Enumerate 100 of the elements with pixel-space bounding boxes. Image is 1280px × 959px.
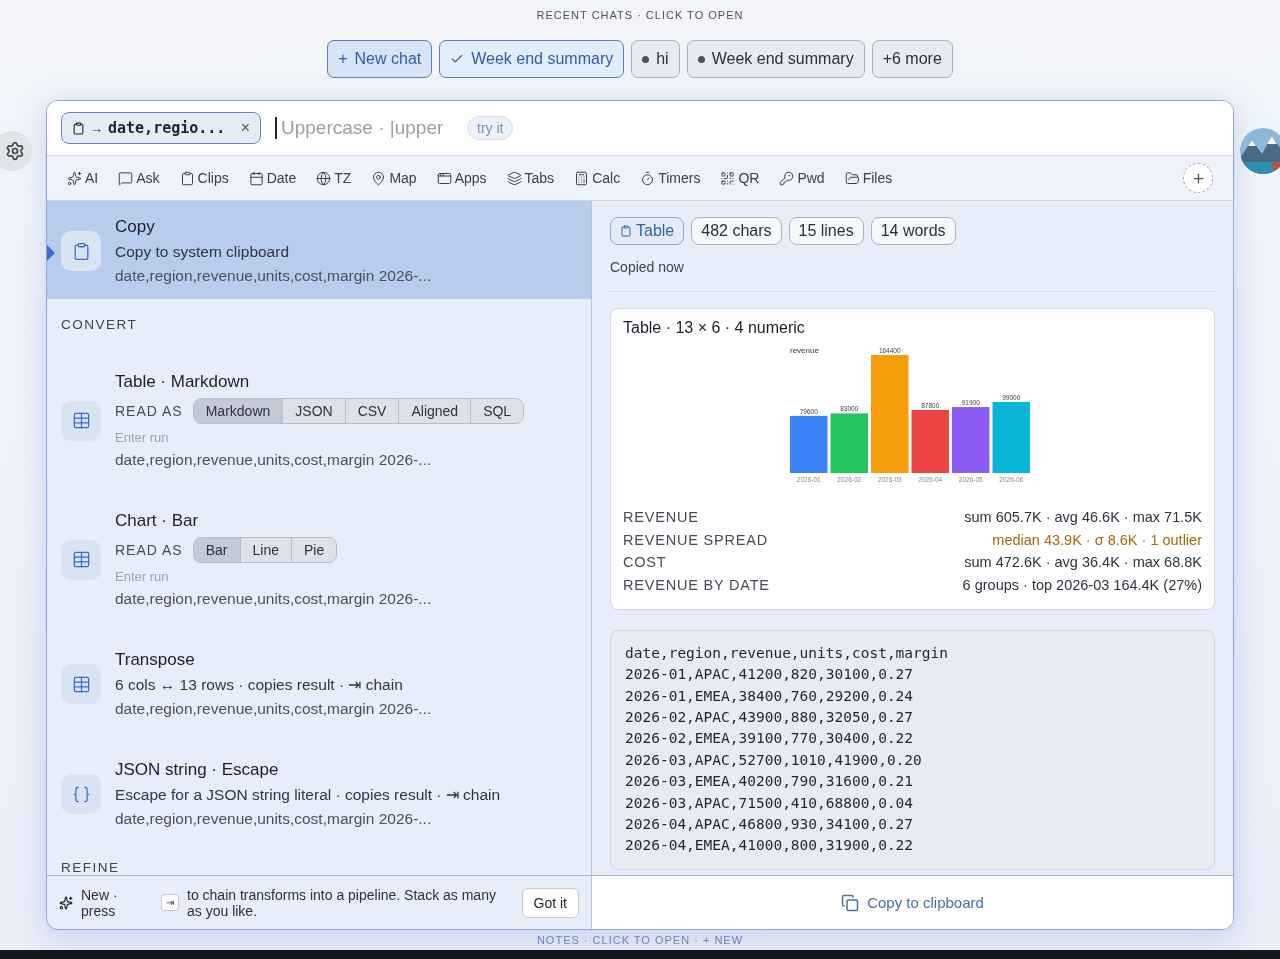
clipboard-icon (72, 121, 85, 135)
got-it-button[interactable]: Got it (521, 887, 579, 918)
toolbar-item[interactable]: Ask (118, 170, 160, 186)
dot-icon (697, 55, 705, 63)
copy-status: Copied now (610, 259, 1215, 292)
stat-pill: 15 lines (788, 217, 864, 245)
dot-icon (642, 55, 650, 63)
chart-title: revenue (789, 346, 819, 355)
close-button[interactable]: × (240, 119, 250, 137)
result-preview: date,region,revenue,units,cost,margin 2026-... (115, 451, 433, 469)
command-input[interactable]: Uppercase · |upper (279, 116, 453, 140)
map-pin-icon (371, 170, 387, 186)
toolbar-item[interactable]: Pwd (779, 170, 825, 186)
check-icon (450, 52, 465, 66)
toolbar-item[interactable]: Map (371, 170, 417, 186)
calculator-icon (574, 170, 590, 186)
toolbar-item[interactable]: QR (720, 170, 760, 186)
toolbar-item[interactable]: Date (248, 170, 297, 186)
code-line: 2026-04,EMEA,41000,800,31900,0.22 (625, 836, 915, 856)
result-preview: date,region,revenue,units,cost,margin 2026-... (115, 590, 433, 608)
shortcut-hint: Enter run (115, 569, 170, 584)
code-line: 2026-01,APAC,41200,820,30100,0.27 (625, 665, 915, 685)
toolbar-item[interactable]: AI (67, 170, 99, 186)
copy-icon (841, 893, 860, 912)
toolbar-item[interactable]: Tabs (506, 170, 555, 186)
globe-icon (316, 170, 332, 186)
plus-icon (1190, 170, 1206, 186)
speech-bubble-icon (118, 170, 134, 186)
toolbar-item[interactable]: Files (844, 170, 893, 186)
folder-icon (844, 170, 860, 186)
settings-button[interactable] (0, 131, 32, 171)
result-item[interactable]: JSON string · Escape Escape for a JSON string literal · copies result · ⇥ chain date,region,revenue,units,cost,margin 2026-... (47, 744, 591, 842)
arrow-glyph: → (90, 120, 103, 136)
code-line: 2026-03,APAC,52700,1010,41900,0.20 (625, 750, 923, 770)
stat-pill: 482 chars (691, 217, 782, 245)
result-subtitle: Escape for a JSON string literal · copies result · ⇥ chain (115, 786, 502, 804)
stat-pill: 14 words (870, 217, 956, 245)
clipboard-icon (620, 225, 632, 237)
bar (830, 413, 868, 473)
stat-label: REVENUE SPREAD (623, 530, 768, 550)
result-item[interactable]: Table · Markdown READ AS Markdown JSON CSV Aligned SQL Enter run date,region,revenue,units,cost,margin 2026-... (47, 356, 591, 483)
key-icon (779, 170, 795, 186)
table-icon (61, 664, 101, 704)
stat-value: median 43.9K · σ 8.6K · 1 outlier (992, 530, 1202, 550)
code-line: 2026-01,EMEA,38400,760,29200,0.24 (625, 686, 915, 706)
stat-value: sum 472.6K · avg 36.4K · max 68.8K (964, 553, 1202, 573)
chat-chip[interactable]: + New chat (327, 40, 433, 78)
toolbar-item[interactable]: TZ (316, 170, 352, 186)
source-chip-text: date,regio... (108, 119, 227, 137)
text-caret (275, 117, 277, 139)
window-icon (436, 170, 452, 186)
format-option[interactable]: Bar (193, 538, 241, 562)
result-preview: date,region,revenue,units,cost,margin 2026-... (115, 810, 433, 828)
tab-key: ⇥ (161, 894, 179, 911)
result-title: Table · Markdown (115, 372, 251, 392)
braces-icon (61, 774, 101, 814)
code-line: 2026-04,APAC,46800,930,34100,0.27 (625, 815, 915, 835)
stat-value: 6 groups · top 2026-03 164.4K (27%) (962, 576, 1202, 596)
toolbar-item[interactable]: Calc (574, 170, 621, 186)
code-line: date,region,revenue,units,cost,margin (625, 643, 949, 663)
section-heading: CONVERT (60, 316, 139, 334)
result-preview: date,region,revenue,units,cost,margin 2026-... (115, 267, 433, 285)
clipboard-icon (61, 231, 101, 271)
stat-label: COST (623, 553, 667, 573)
result-item[interactable]: Copy Copy to system clipboard date,region,revenue,units,cost,margin 2026-... (47, 201, 591, 299)
qr-code-icon (720, 170, 736, 186)
stat-label: REVENUE (623, 508, 699, 527)
sparkles-icon (59, 895, 73, 910)
type-pill[interactable]: Table (610, 217, 685, 245)
read-as-label: READ AS (115, 403, 183, 419)
toolbar-item[interactable]: Timers (640, 170, 701, 186)
copy-to-clipboard-button[interactable]: Copy to clipboard (837, 889, 988, 916)
result-item[interactable]: Chart · Bar READ AS Bar Line Pie Enter run date,region,revenue,units,cost,margin 2026-... (47, 495, 591, 622)
bar (911, 410, 949, 473)
plus-icon: + (338, 50, 348, 68)
stat-label: REVENUE BY DATE (623, 576, 770, 596)
sparkles-icon (67, 170, 82, 186)
toolbar-item[interactable]: Apps (436, 170, 487, 186)
result-subtitle: 6 cols ↔ 13 rows · copies result · ⇥ chain (115, 676, 404, 694)
recent-chats-heading: RECENT CHATS · CLICK TO OPEN (536, 9, 744, 21)
result-title: JSON string · Escape (115, 760, 280, 780)
tip-text: to chain transforms into a pipeline. Stack as many as you like. (187, 886, 497, 919)
stat-value: sum 605.7K · avg 46.6K · max 71.5K (964, 508, 1202, 527)
read-as-label: READ AS (115, 542, 183, 558)
source-chip[interactable]: → date,regio... × (61, 112, 261, 144)
clipboard-icon (179, 170, 195, 186)
result-title: Transpose (115, 650, 196, 670)
format-option[interactable]: Markdown (193, 399, 284, 423)
bar (951, 407, 989, 473)
chat-chip[interactable]: Week end summary (439, 40, 625, 78)
tip-lead: New · press (81, 886, 119, 919)
result-title: Chart · Bar (115, 511, 200, 531)
result-preview: date,region,revenue,units,cost,margin 2026-... (115, 700, 433, 718)
chat-chip[interactable]: Week end summary (686, 40, 865, 78)
chat-chip[interactable]: +6 more (871, 40, 953, 78)
bar (789, 415, 827, 473)
toolbar-item[interactable]: Clips (179, 170, 229, 186)
code-line: 2026-02,EMEA,39100,770,30400,0.22 (625, 729, 915, 749)
result-item[interactable]: Transpose 6 cols ↔ 13 rows · copies result · ⇥ chain date,region,revenue,units,cost,margin 2026-... (47, 634, 591, 732)
chat-chip[interactable]: hi (631, 40, 680, 78)
